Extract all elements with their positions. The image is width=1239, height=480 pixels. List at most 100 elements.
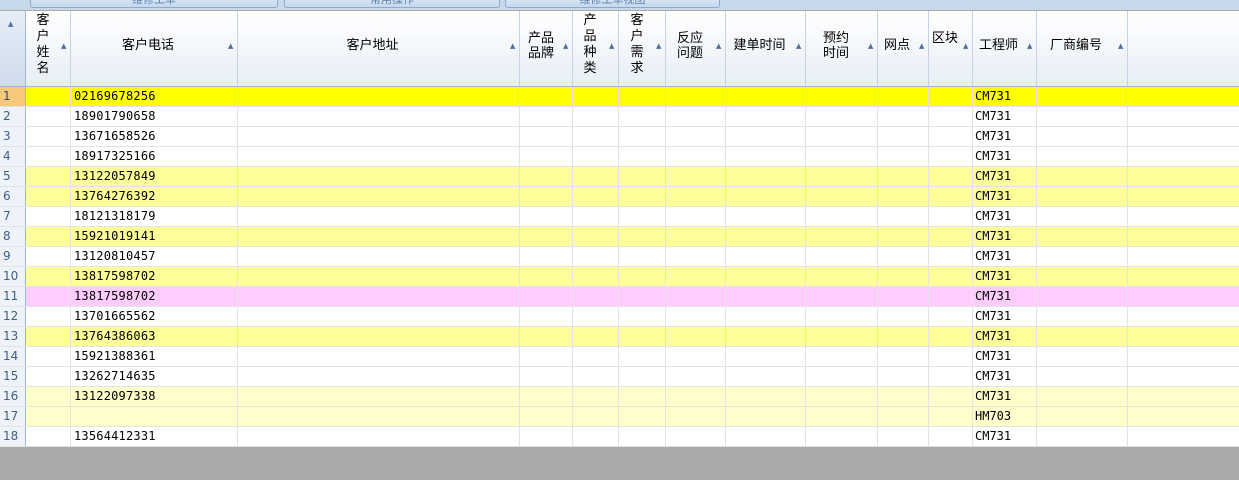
table-row[interactable]: 13 13764386063 CM731 (0, 327, 1239, 347)
column-header-category[interactable]: 产品种类 ▲ (573, 11, 619, 86)
cell-appointment[interactable] (806, 187, 878, 206)
column-lock-icon[interactable]: ▲ (563, 42, 570, 50)
cell-engineer[interactable]: CM731 (973, 227, 1037, 246)
cell-created[interactable] (726, 367, 806, 386)
cell-phone[interactable]: 02169678256 (71, 87, 238, 106)
cell-demand[interactable] (619, 187, 666, 206)
cell-block[interactable] (929, 207, 973, 226)
select-all-corner[interactable]: ▲ (0, 11, 26, 86)
cell-vendor_no[interactable] (1037, 127, 1128, 146)
cell-name[interactable] (26, 207, 71, 226)
cell-block[interactable] (929, 307, 973, 326)
table-row[interactable]: 1 02169678256 CM731 (0, 87, 1239, 107)
row-number[interactable]: 5 (0, 167, 26, 186)
cell-issue[interactable] (666, 307, 726, 326)
table-row[interactable]: 9 13120810457 CM731 (0, 247, 1239, 267)
row-number[interactable]: 9 (0, 247, 26, 266)
cell-block[interactable] (929, 407, 973, 426)
cell-created[interactable] (726, 247, 806, 266)
cell-block[interactable] (929, 127, 973, 146)
cell-created[interactable] (726, 87, 806, 106)
cell-block[interactable] (929, 427, 973, 446)
cell-address[interactable] (238, 287, 520, 306)
cell-outlet[interactable] (878, 267, 929, 286)
cell-phone[interactable]: 15921388361 (71, 347, 238, 366)
cell-brand[interactable] (520, 267, 573, 286)
cell-brand[interactable] (520, 247, 573, 266)
cell-outlet[interactable] (878, 287, 929, 306)
cell-issue[interactable] (666, 387, 726, 406)
cell-category[interactable] (573, 147, 619, 166)
cell-created[interactable] (726, 127, 806, 146)
row-number[interactable]: 14 (0, 347, 26, 366)
cell-created[interactable] (726, 427, 806, 446)
cell-brand[interactable] (520, 227, 573, 246)
row-number[interactable]: 6 (0, 187, 26, 206)
cell-appointment[interactable] (806, 427, 878, 446)
cell-block[interactable] (929, 327, 973, 346)
table-row[interactable]: 4 18917325166 CM731 (0, 147, 1239, 167)
cell-name[interactable] (26, 287, 71, 306)
cell-brand[interactable] (520, 427, 573, 446)
cell-issue[interactable] (666, 287, 726, 306)
cell-phone[interactable]: 13120810457 (71, 247, 238, 266)
cell-appointment[interactable] (806, 167, 878, 186)
cell-phone[interactable]: 13764276392 (71, 187, 238, 206)
cell-outlet[interactable] (878, 127, 929, 146)
cell-demand[interactable] (619, 247, 666, 266)
column-lock-icon[interactable]: ▲ (919, 42, 926, 50)
cell-created[interactable] (726, 187, 806, 206)
cell-brand[interactable] (520, 387, 573, 406)
cell-demand[interactable] (619, 167, 666, 186)
column-header-appointment[interactable]: 预约时间 ▲ (806, 11, 878, 86)
cell-address[interactable] (238, 127, 520, 146)
table-row[interactable]: 5 13122057849 CM731 (0, 167, 1239, 187)
cell-issue[interactable] (666, 87, 726, 106)
cell-name[interactable] (26, 367, 71, 386)
cell-outlet[interactable] (878, 347, 929, 366)
cell-name[interactable] (26, 87, 71, 106)
cell-brand[interactable] (520, 167, 573, 186)
row-number[interactable]: 1 (0, 87, 26, 106)
cell-outlet[interactable] (878, 247, 929, 266)
tab-repair-order-view[interactable]: 维修工单视图 (505, 0, 720, 8)
cell-created[interactable] (726, 267, 806, 286)
cell-vendor_no[interactable] (1037, 307, 1128, 326)
cell-appointment[interactable] (806, 387, 878, 406)
cell-engineer[interactable]: CM731 (973, 267, 1037, 286)
cell-issue[interactable] (666, 407, 726, 426)
cell-issue[interactable] (666, 187, 726, 206)
cell-block[interactable] (929, 227, 973, 246)
table-row[interactable]: 6 13764276392 CM731 (0, 187, 1239, 207)
cell-engineer[interactable]: HM703 (973, 407, 1037, 426)
cell-name[interactable] (26, 107, 71, 126)
cell-vendor_no[interactable] (1037, 247, 1128, 266)
cell-address[interactable] (238, 347, 520, 366)
row-number[interactable]: 12 (0, 307, 26, 326)
cell-block[interactable] (929, 267, 973, 286)
cell-phone[interactable]: 13564412331 (71, 427, 238, 446)
row-number[interactable]: 3 (0, 127, 26, 146)
cell-engineer[interactable]: CM731 (973, 247, 1037, 266)
cell-created[interactable] (726, 327, 806, 346)
column-header-engineer[interactable]: 工程师 ▲ (973, 11, 1037, 86)
cell-engineer[interactable]: CM731 (973, 187, 1037, 206)
cell-outlet[interactable] (878, 87, 929, 106)
cell-category[interactable] (573, 127, 619, 146)
cell-address[interactable] (238, 387, 520, 406)
column-header-name[interactable]: 客户姓名 ▲ (26, 11, 71, 86)
cell-appointment[interactable] (806, 347, 878, 366)
cell-created[interactable] (726, 107, 806, 126)
column-lock-icon[interactable]: ▲ (963, 42, 970, 50)
cell-engineer[interactable]: CM731 (973, 207, 1037, 226)
cell-address[interactable] (238, 107, 520, 126)
cell-engineer[interactable]: CM731 (973, 427, 1037, 446)
cell-block[interactable] (929, 367, 973, 386)
cell-vendor_no[interactable] (1037, 167, 1128, 186)
cell-category[interactable] (573, 427, 619, 446)
cell-phone[interactable] (71, 407, 238, 426)
cell-issue[interactable] (666, 427, 726, 446)
cell-created[interactable] (726, 227, 806, 246)
column-header-phone[interactable]: 客户电话 ▲ (71, 11, 238, 86)
cell-created[interactable] (726, 167, 806, 186)
